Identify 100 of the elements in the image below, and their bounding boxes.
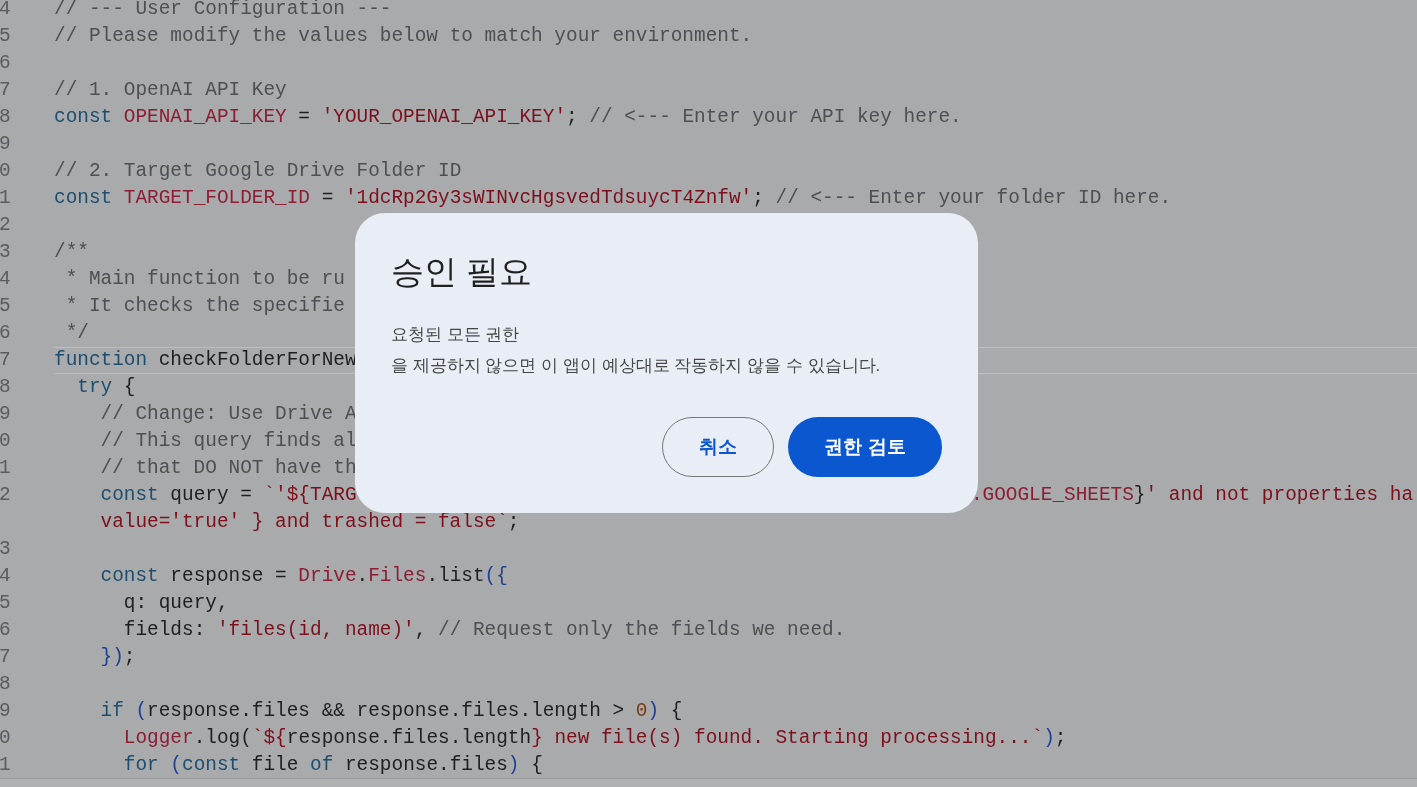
code-keyword: for — [123, 752, 159, 778]
code-punctuation: ( — [134, 698, 148, 724]
line-number: 3 — [0, 536, 11, 562]
code-comment: /** — [54, 239, 89, 265]
line-number: 6 — [0, 320, 11, 346]
line-number: 2 — [0, 212, 11, 238]
code-comment: // 1. OpenAI API Key — [54, 77, 287, 103]
code-keyword: function — [54, 347, 148, 373]
line-number: 7 — [0, 347, 11, 373]
code-keyword: const — [100, 482, 159, 508]
line-number: 9 — [0, 401, 11, 427]
line-number: 1 — [0, 752, 11, 778]
line-number: 1 — [0, 185, 11, 211]
code-comment: * It checks the specifie — [65, 293, 345, 319]
code-string: ' and not properties ha — [1145, 482, 1414, 508]
line-number: 1 — [0, 455, 11, 481]
code-text: , — [414, 617, 428, 643]
code-punctuation: ({ — [484, 563, 508, 589]
line-number: 5 — [0, 590, 11, 616]
code-text: response.files — [343, 752, 508, 778]
code-comment: // --- User Configuration --- — [54, 0, 392, 22]
code-comment: // Please modify the values below to match your environment. — [54, 23, 753, 49]
code-identifier: OPENAI_API_KEY — [122, 104, 287, 130]
code-punctuation: ( — [169, 752, 182, 778]
code-text: .log( — [193, 725, 252, 751]
code-text: response.files && response.files.length > — [147, 698, 626, 724]
line-number: 2 — [0, 482, 11, 508]
review-permissions-button[interactable]: 권한 검토 — [788, 417, 942, 477]
code-keyword: if — [100, 698, 124, 724]
line-number: 7 — [0, 644, 11, 670]
code-comment: * Main function to be ru — [65, 266, 345, 292]
code-identifier: Logger — [123, 725, 194, 751]
line-number: 9 — [0, 698, 11, 724]
code-text: { — [669, 698, 683, 724]
code-text: ; — [752, 185, 765, 211]
code-string: `${ — [251, 725, 287, 751]
code-string: '1dcRp2Gy3sWINvcHgsvedTdsuycT4Znfw' — [344, 185, 753, 211]
code-punctuation: ) — [647, 698, 660, 724]
code-text: ; — [123, 644, 136, 670]
code-text: response.files.length — [286, 725, 532, 751]
code-string: value='true' } and trashed = false` — [100, 509, 508, 535]
code-text: ; — [1054, 725, 1067, 751]
line-number: 8 — [0, 374, 11, 400]
line-number: 0 — [0, 428, 11, 454]
code-text: ; — [566, 104, 579, 130]
line-number: 5 — [0, 23, 11, 49]
line-number: 0 — [0, 725, 11, 751]
code-number: 0 — [635, 698, 648, 724]
line-number: 0 — [0, 158, 11, 184]
code-text: ; — [507, 509, 520, 535]
code-comment: */ — [65, 320, 89, 346]
code-keyword: const — [54, 104, 113, 130]
code-text: q: query, — [123, 590, 229, 616]
cancel-button[interactable]: 취소 — [662, 417, 774, 477]
code-comment: // <--- Enter your API key here. — [589, 104, 962, 130]
code-string: 'files(id, name)' — [216, 617, 415, 643]
code-text: { — [530, 752, 543, 778]
code-text: query = — [169, 482, 253, 508]
code-text: response = — [169, 563, 288, 589]
code-string: `'${TARG — [263, 482, 357, 508]
code-text: .list — [426, 563, 485, 589]
line-number: 4 — [0, 266, 11, 292]
code-string: 'YOUR_OPENAI_API_KEY' — [321, 104, 567, 130]
code-text: } — [1133, 482, 1146, 508]
line-number: 9 — [0, 131, 11, 157]
code-text: fields: — [123, 617, 207, 643]
code-keyword: of — [310, 752, 334, 778]
code-text: file — [250, 752, 300, 778]
code-comment: // <--- Enter your folder ID here. — [775, 185, 1172, 211]
code-text: = — [320, 185, 335, 211]
code-comment: // 2. Target Google Drive Folder ID — [54, 158, 462, 184]
code-identifier: .GOOGLE_SHEETS — [970, 482, 1134, 508]
line-number: 8 — [0, 104, 11, 130]
code-comment: // Request only the fields we need. — [438, 617, 846, 643]
code-punctuation: }) — [100, 644, 124, 670]
line-number: 6 — [0, 617, 11, 643]
code-punctuation: ) — [1043, 725, 1055, 751]
line-number: 4 — [0, 0, 11, 22]
code-comment: // This query finds al — [100, 428, 357, 454]
code-text: . — [356, 563, 369, 589]
code-string: } new file(s) found. Starting processing...` — [531, 725, 1044, 751]
line-number: 3 — [0, 239, 11, 265]
code-text: { — [122, 374, 136, 400]
code-keyword: const — [54, 185, 113, 211]
dialog-message: 요청된 모든 권한 을 제공하지 않으면 이 앱이 예상대로 작동하지 않을 수 있습니다. — [391, 324, 881, 377]
line-number: 4 — [0, 563, 11, 589]
line-number: 8 — [0, 671, 11, 697]
code-identifier: TARGET_FOLDER_ID — [122, 185, 310, 211]
line-number: 5 — [0, 293, 11, 319]
line-number: 6 — [0, 50, 11, 76]
code-keyword: const — [182, 752, 241, 778]
code-text: = — [297, 104, 311, 130]
code-identifier: Drive — [298, 563, 357, 589]
code-punctuation: ) — [507, 752, 520, 778]
code-keyword: try — [77, 374, 113, 400]
dialog-title: 승인 필요 — [391, 252, 533, 292]
code-text: checkFolderForNew — [157, 347, 357, 373]
code-comment: // that DO NOT have th — [100, 455, 357, 481]
code-keyword: const — [100, 563, 159, 589]
code-identifier: Files — [368, 563, 427, 589]
